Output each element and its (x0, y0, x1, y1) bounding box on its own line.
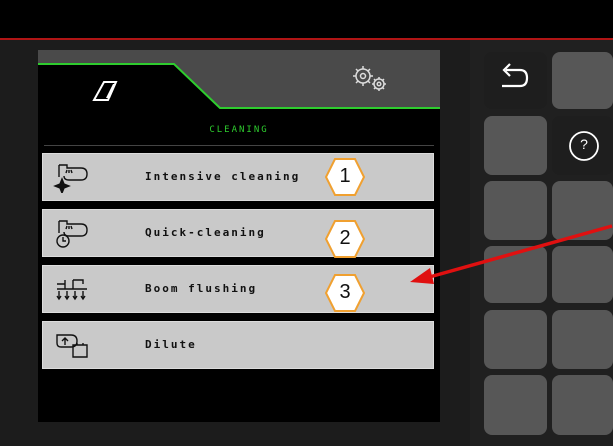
page-title: CLEANING (209, 125, 269, 135)
title-divider (44, 145, 434, 146)
quick-cleaning-icon (53, 219, 93, 249)
menu-item-dilute[interactable]: Dilute (42, 321, 434, 369)
help-button[interactable]: ? (552, 116, 613, 175)
menu-item-intensive-cleaning[interactable]: Intensive cleaning 1 (42, 153, 434, 201)
softkey-button[interactable] (484, 246, 547, 303)
softkey-button[interactable] (484, 375, 547, 435)
menu-item-label: Quick-cleaning (145, 226, 266, 239)
menu-item-boom-flushing[interactable]: Boom flushing 3 (42, 265, 434, 313)
menu-item-quick-cleaning[interactable]: Quick-cleaning 2 (42, 209, 434, 258)
help-glyph: ? (580, 136, 588, 152)
terminal-screen: CLEANING Intensive cleaning 1 Quick-clea… (38, 50, 440, 422)
callout-badge: 2 (325, 220, 365, 258)
softkey-button[interactable] (484, 310, 547, 369)
menu-item-label: Boom flushing (145, 282, 258, 295)
callout-badge: 1 (325, 158, 365, 196)
softkey-button[interactable] (484, 116, 547, 175)
softkey-button[interactable] (552, 375, 613, 435)
dilute-icon (53, 331, 93, 361)
back-arrow-icon (502, 63, 529, 88)
softkey-button[interactable] (484, 181, 547, 240)
softkey-button[interactable] (552, 52, 613, 109)
softkey-button[interactable] (552, 181, 613, 240)
menu-item-label: Intensive cleaning (145, 170, 301, 183)
top-bar (0, 0, 613, 38)
settings-gears-icon[interactable] (348, 64, 394, 94)
back-button[interactable] (484, 52, 547, 109)
callout-badge: 3 (325, 274, 365, 312)
intensive-cleaning-icon (53, 163, 93, 195)
softkey-button[interactable] (552, 246, 613, 303)
softkey-button[interactable] (552, 310, 613, 369)
menu-item-label: Dilute (145, 338, 197, 351)
machine-tab-icon[interactable] (90, 78, 120, 102)
boom-flushing-icon (53, 275, 93, 305)
